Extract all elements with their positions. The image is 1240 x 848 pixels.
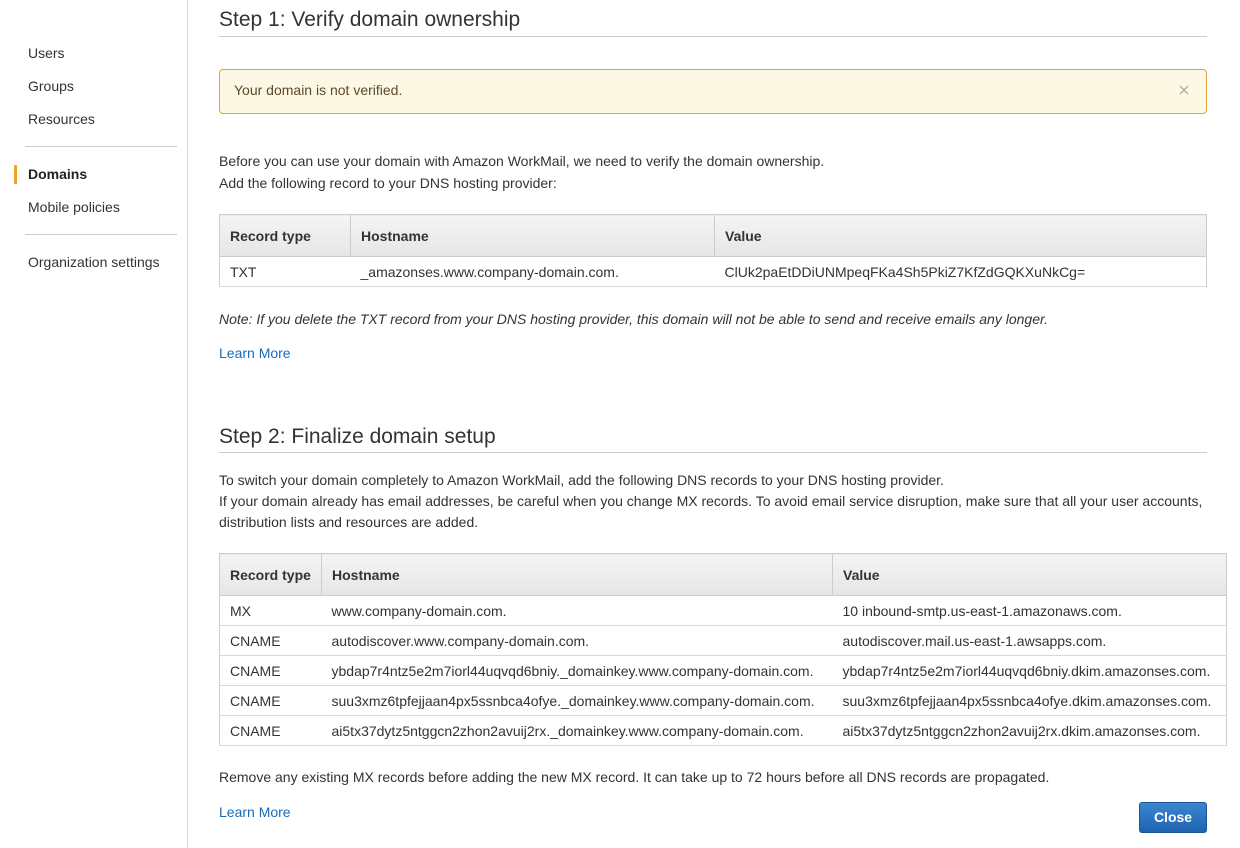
- table-row: MX www.company-domain.com. 10 inbound-sm…: [219, 595, 1227, 626]
- step1-title: Step 1: Verify domain ownership: [219, 8, 521, 31]
- not-verified-alert: Your domain is not verified.: [219, 69, 1207, 114]
- learn-more-link-step1[interactable]: Learn More: [219, 345, 291, 361]
- table-header-row: Record type Hostname Value: [219, 553, 1227, 596]
- step1-title-rule: [219, 36, 1207, 37]
- record-type-cell: TXT: [219, 256, 351, 287]
- table-row: CNAME ybdap7r4ntz5e2m7iorl44uqvqd6bniy._…: [219, 655, 1227, 686]
- value-cell: ai5tx37dytz5ntggcn2zhon2avuij2rx.dkim.am…: [832, 715, 1227, 746]
- active-indicator: [14, 165, 17, 184]
- sidebar-item-organization-settings[interactable]: Organization settings: [28, 254, 160, 270]
- sidebar-divider: [25, 234, 177, 235]
- column-header-value: Value: [832, 553, 1227, 596]
- value-cell: suu3xmz6tpfejjaan4px5ssnbca4ofye.dkim.am…: [832, 685, 1227, 716]
- hostname-cell: ai5tx37dytz5ntggcn2zhon2avuij2rx._domain…: [321, 715, 833, 746]
- column-header-record-type: Record type: [219, 553, 322, 596]
- txt-record-table: Record type Hostname Value TXT _amazonse…: [219, 214, 1207, 287]
- alert-text: Your domain is not verified.: [234, 82, 403, 98]
- step2-intro-line2: If your domain already has email address…: [219, 493, 1203, 509]
- step1-intro-line2: Add the following record to your DNS hos…: [219, 175, 557, 191]
- record-type-cell: CNAME: [219, 625, 322, 656]
- hostname-cell: www.company-domain.com.: [321, 595, 833, 626]
- value-cell: 10 inbound-smtp.us-east-1.amazonaws.com.: [832, 595, 1227, 626]
- sidebar-divider: [25, 146, 177, 147]
- step2-intro-line3: distribution lists and resources are add…: [219, 514, 479, 530]
- record-type-cell: MX: [219, 595, 322, 626]
- value-cell: ybdap7r4ntz5e2m7iorl44uqvqd6bniy.dkim.am…: [832, 655, 1227, 686]
- step2-intro-line1: To switch your domain completely to Amaz…: [219, 472, 944, 488]
- column-header-record-type: Record type: [219, 214, 351, 257]
- sidebar-item-groups[interactable]: Groups: [28, 78, 74, 94]
- sidebar: Users Groups Resources Domains Mobile po…: [0, 0, 188, 848]
- value-cell: ClUk2paEtDDiUNMpeqFKa4Sh5PkiZ7KfZdGQKXuN…: [714, 256, 1207, 287]
- step2-title-rule: [219, 452, 1207, 453]
- record-type-cell: CNAME: [219, 655, 322, 686]
- record-type-cell: CNAME: [219, 715, 322, 746]
- sidebar-item-mobile-policies[interactable]: Mobile policies: [28, 199, 120, 215]
- step2-title: Step 2: Finalize domain setup: [219, 425, 496, 448]
- txt-record-note: Note: If you delete the TXT record from …: [219, 311, 1049, 327]
- close-icon[interactable]: [1177, 83, 1191, 97]
- table-row: TXT _amazonses.www.company-domain.com. C…: [219, 256, 1207, 287]
- hostname-cell: autodiscover.www.company-domain.com.: [321, 625, 833, 656]
- table-header-row: Record type Hostname Value: [219, 214, 1207, 257]
- propagation-note: Remove any existing MX records before ad…: [219, 769, 1050, 785]
- dns-records-table: Record type Hostname Value MX www.compan…: [219, 553, 1227, 746]
- sidebar-item-users[interactable]: Users: [28, 45, 65, 61]
- main-content: Step 1: Verify domain ownership Your dom…: [219, 0, 1229, 848]
- table-row: CNAME autodiscover.www.company-domain.co…: [219, 625, 1227, 656]
- hostname-cell: suu3xmz6tpfejjaan4px5ssnbca4ofye._domain…: [321, 685, 833, 716]
- table-row: CNAME suu3xmz6tpfejjaan4px5ssnbca4ofye._…: [219, 685, 1227, 716]
- sidebar-item-domains[interactable]: Domains: [28, 166, 87, 182]
- close-button[interactable]: Close: [1139, 802, 1207, 833]
- step1-intro-line1: Before you can use your domain with Amaz…: [219, 153, 825, 169]
- hostname-cell: ybdap7r4ntz5e2m7iorl44uqvqd6bniy._domain…: [321, 655, 833, 686]
- record-type-cell: CNAME: [219, 685, 322, 716]
- column-header-hostname: Hostname: [321, 553, 833, 596]
- sidebar-item-resources[interactable]: Resources: [28, 111, 95, 127]
- hostname-cell: _amazonses.www.company-domain.com.: [350, 256, 715, 287]
- table-row: CNAME ai5tx37dytz5ntggcn2zhon2avuij2rx._…: [219, 715, 1227, 746]
- value-cell: autodiscover.mail.us-east-1.awsapps.com.: [832, 625, 1227, 656]
- column-header-value: Value: [714, 214, 1207, 257]
- learn-more-link-step2[interactable]: Learn More: [219, 804, 291, 820]
- column-header-hostname: Hostname: [350, 214, 715, 257]
